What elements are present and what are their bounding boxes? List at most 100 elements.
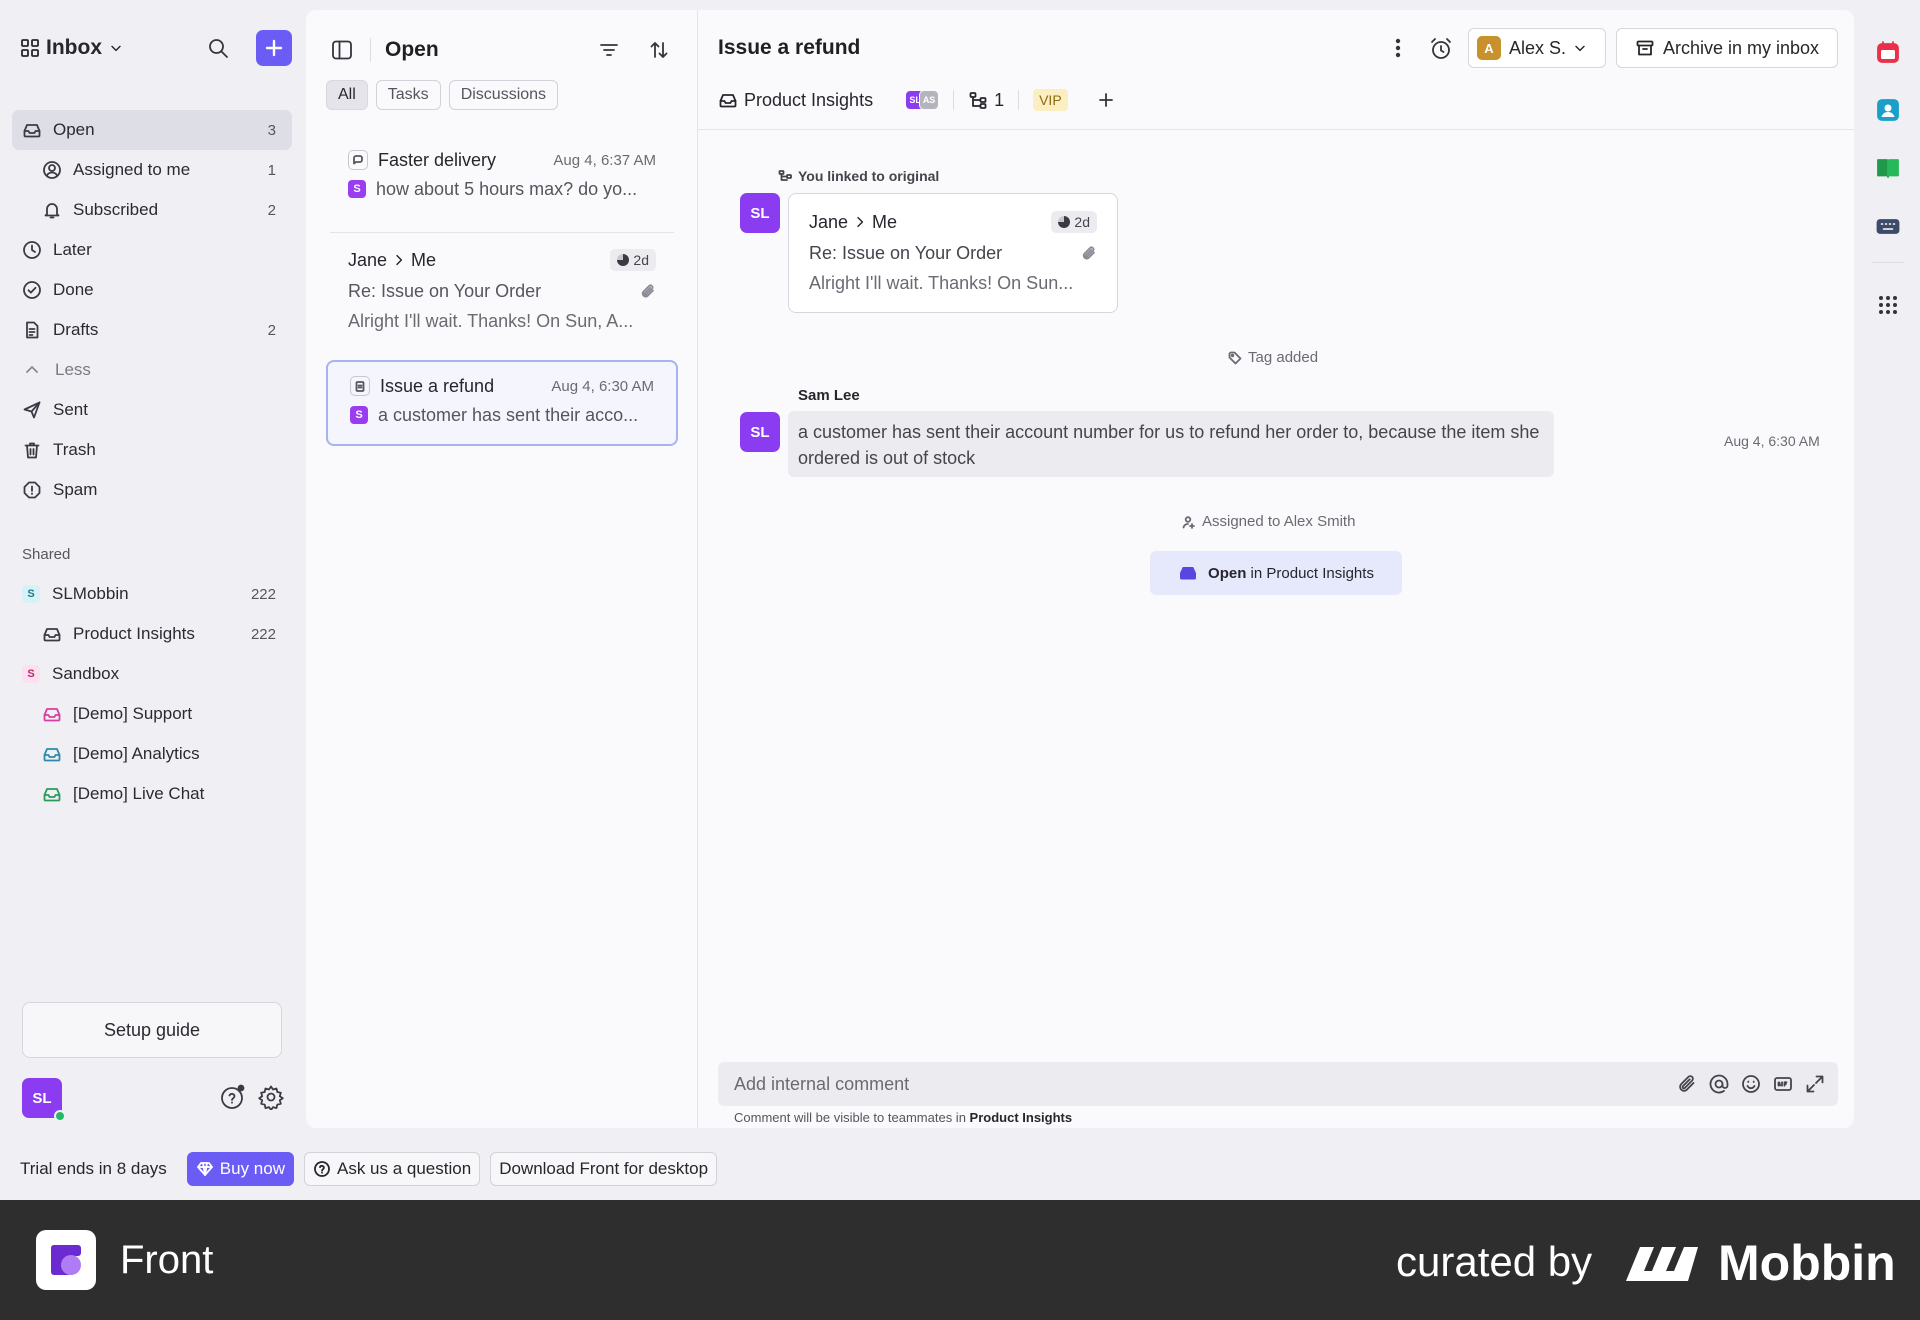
sidebar-item-subscribed[interactable]: Subscribed 2 [12, 190, 292, 230]
sidebar-item-product-insights[interactable]: Product Insights 222 [12, 614, 292, 654]
gif-icon[interactable] [1772, 1073, 1794, 1095]
help-circle-icon [314, 1161, 330, 1177]
workspace-badge: S [348, 180, 366, 198]
sidebar-item-count: 222 [250, 585, 276, 603]
sidebar-item-count: 2 [267, 321, 276, 339]
download-desktop-button[interactable]: Download Front for desktop [490, 1152, 718, 1186]
sidebar-item-demo-live-chat[interactable]: [Demo] Live Chat [12, 774, 292, 814]
comment-body: a customer has sent their account number… [788, 411, 1554, 477]
chip-all[interactable]: All [326, 80, 368, 110]
sidebar-item-label: Open [53, 120, 95, 139]
status-inbox-text: in Product Insights [1250, 564, 1374, 582]
grid-icon [21, 39, 39, 57]
comment-author: Sam Lee [798, 387, 860, 404]
ask-question-label: Ask us a question [336, 1159, 472, 1178]
sidebar-item-label: [Demo] Live Chat [73, 784, 205, 803]
sidebar-item-sent[interactable]: Sent [12, 390, 292, 430]
pie-clock-icon [617, 254, 630, 266]
bell-icon [44, 203, 60, 219]
task-icon [350, 376, 370, 396]
diamond-icon [196, 1162, 213, 1176]
comment-composer[interactable]: Add internal comment [718, 1062, 1838, 1106]
vip-tag[interactable]: VIP [1033, 89, 1068, 111]
sidebar-item-done[interactable]: Done [12, 270, 292, 310]
attachment-icon [1081, 245, 1097, 261]
assigned-event-text: Assigned to Alex Smith [1202, 513, 1356, 530]
buy-now-button[interactable]: Buy now [186, 1152, 294, 1186]
conversation-preview: a customer has sent their acco... [378, 404, 639, 425]
sidebar-item-label: Subscribed [73, 200, 159, 219]
linked-conversation-card[interactable]: Jane Me 2d Re: Issue on Your Order Alrig… [788, 193, 1118, 313]
sidebar-item-less[interactable]: Less [12, 350, 292, 390]
more-options-button[interactable] [1386, 36, 1410, 60]
sidebar-item-demo-analytics[interactable]: [Demo] Analytics [12, 734, 292, 774]
sidebar-item-assigned-to-me[interactable]: Assigned to me 1 [12, 150, 292, 190]
sidebar-item-slmobbin[interactable]: S SLMobbin 222 [12, 574, 292, 614]
conversation-item[interactable]: Jane Me 2d Re: Issue on Your Order Alrig… [326, 244, 678, 336]
sidebar-item-trash[interactable]: Trash [12, 430, 292, 470]
toggle-sidebar-button[interactable] [330, 38, 354, 62]
clock-icon [23, 241, 41, 259]
setup-guide-button[interactable]: Setup guide [22, 1002, 282, 1058]
chevron-down-icon [1575, 45, 1585, 52]
archive-button[interactable]: Archive in my inbox [1616, 28, 1838, 68]
sidebar-item-sandbox[interactable]: S Sandbox [12, 654, 292, 694]
ask-question-button[interactable]: Ask us a question [303, 1152, 481, 1186]
shared-nav: S SLMobbin 222 Product Insights 222 S Sa… [12, 574, 292, 814]
linked-preview: Alright I'll wait. Thanks! On Sun... [809, 272, 1074, 293]
inbox-switcher-label: Inbox [46, 36, 102, 59]
mobbin-mark-icon [1626, 1247, 1698, 1281]
inbox-tray-icon [43, 708, 61, 722]
composer-note-inbox: Product Insights [969, 1110, 1073, 1125]
sidebar-item-later[interactable]: Later [12, 230, 292, 270]
inbox-tag[interactable]: Product Insights [718, 90, 873, 111]
conversation-list-panel: Open All Tasks Discussions Faster delive… [306, 10, 698, 1128]
sort-button[interactable] [648, 39, 670, 61]
conversation-item-selected[interactable]: Issue a refund Aug 4, 6:30 AM S a custom… [326, 360, 678, 446]
conversation-item[interactable]: Faster delivery Aug 4, 6:37 AM S how abo… [326, 146, 678, 212]
paperclip-icon[interactable] [1676, 1073, 1698, 1095]
sidebar-item-open[interactable]: Open 3 [12, 110, 292, 150]
user-assign-icon [1182, 515, 1195, 529]
emoji-icon[interactable] [1740, 1073, 1762, 1095]
sidebar-item-drafts[interactable]: Drafts 2 [12, 310, 292, 350]
app-launcher-button[interactable] [1866, 283, 1910, 327]
gear-icon [258, 1085, 284, 1110]
settings-button[interactable] [258, 1084, 284, 1110]
compose-button[interactable] [256, 30, 292, 66]
keyboard-shortcuts-button[interactable] [1866, 204, 1910, 248]
help-circle-icon [221, 1084, 245, 1109]
knowledge-base-button[interactable] [1866, 146, 1910, 190]
sidebar-item-spam[interactable]: Spam [12, 470, 292, 510]
sidebar-item-label: Product Insights [73, 624, 195, 643]
inbox-tray-icon [43, 748, 61, 762]
workspace-badge: S [22, 585, 40, 603]
contacts-app-button[interactable] [1866, 88, 1910, 132]
comment-input[interactable]: Add internal comment [734, 1074, 1676, 1095]
mention-icon[interactable] [1708, 1073, 1730, 1095]
snooze-button[interactable] [1428, 36, 1454, 62]
mobbin-brand-text: Mobbin [1718, 1235, 1896, 1291]
participants[interactable]: SL AS [905, 90, 940, 110]
conversation-title: Issue a refund [718, 36, 861, 59]
conversation-meta: Product Insights SL AS 1 VIP [718, 85, 1122, 115]
calendar-app-button[interactable] [1866, 30, 1910, 74]
age-badge: 2d [1051, 211, 1097, 233]
expand-icon[interactable] [1804, 1073, 1826, 1095]
user-avatar[interactable]: SL [22, 1078, 66, 1122]
chip-tasks[interactable]: Tasks [375, 80, 441, 110]
conversation-time: Aug 4, 6:30 AM [551, 377, 654, 395]
author-avatar: SL [740, 193, 780, 233]
front-logo [36, 1230, 96, 1290]
inbox-switcher[interactable]: Inbox [20, 36, 124, 60]
add-tag-button[interactable] [1096, 90, 1122, 110]
chat-bubble-icon [353, 155, 363, 165]
sidebar-item-demo-support[interactable]: [Demo] Support [12, 694, 292, 734]
inbox-tray-icon [1180, 567, 1197, 580]
filter-button[interactable] [598, 39, 620, 61]
search-button[interactable] [202, 32, 234, 64]
assignee-dropdown[interactable]: A Alex S. [1468, 28, 1606, 68]
linked-conversations[interactable]: 1 [968, 90, 1004, 111]
help-button[interactable] [220, 1084, 246, 1110]
chip-discussions[interactable]: Discussions [448, 80, 559, 110]
